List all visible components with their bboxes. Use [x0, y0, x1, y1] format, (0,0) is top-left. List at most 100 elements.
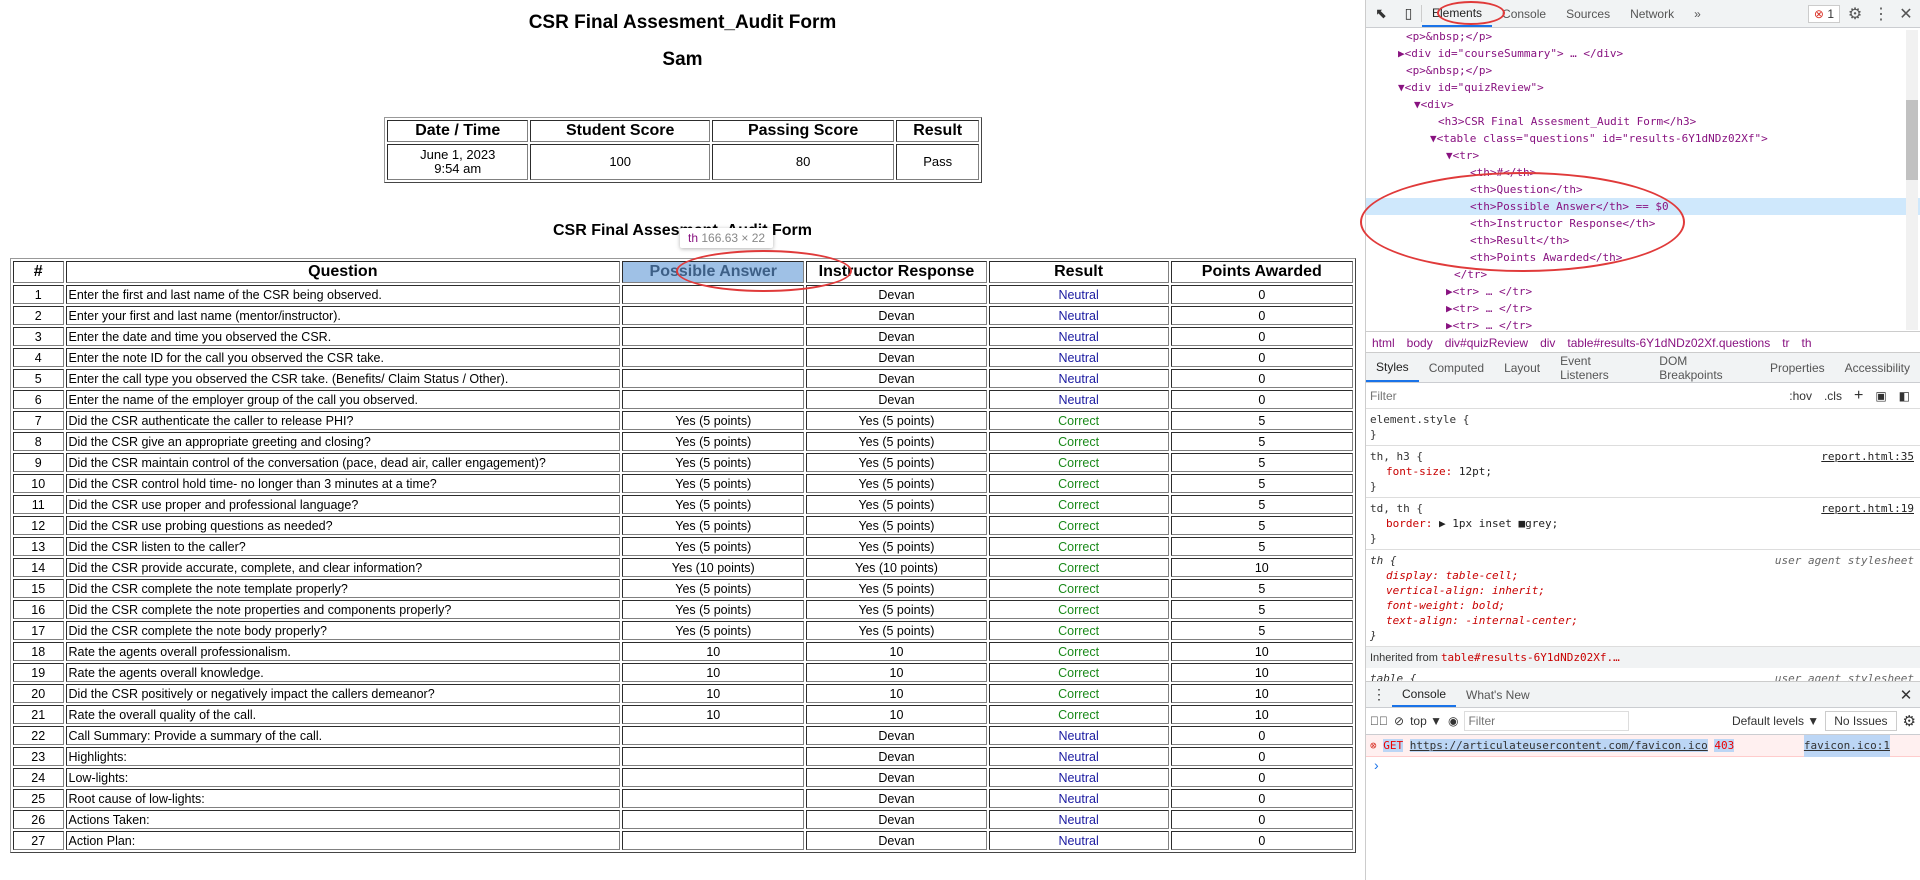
hover-state-button[interactable]: :hov — [1789, 389, 1812, 403]
breadcrumb-item[interactable]: th — [1802, 336, 1812, 350]
result: Correct — [988, 642, 1169, 661]
result: Correct — [988, 516, 1169, 535]
ua-property: vertical-align: inherit; — [1386, 584, 1545, 597]
inspect-icon[interactable]: ⬉ — [1366, 5, 1396, 22]
styles-tab[interactable]: Layout — [1494, 353, 1550, 382]
tab-sources[interactable]: Sources — [1556, 0, 1620, 27]
breadcrumb-item[interactable]: body — [1407, 336, 1433, 350]
points-awarded: 0 — [1170, 768, 1353, 787]
dom-node[interactable]: ▼<table class="questions" id="results-6Y… — [1366, 130, 1920, 147]
result: Neutral — [988, 327, 1169, 346]
rule-source-link[interactable]: report.html:19 — [1821, 501, 1914, 516]
breadcrumb-item[interactable]: tr — [1782, 336, 1789, 350]
instructor-response: Devan — [806, 348, 987, 367]
dom-node[interactable]: ▼<div id="quizReview"> — [1366, 79, 1920, 96]
table-row: 10 Did the CSR control hold time- no long… — [13, 474, 1353, 493]
tab-network[interactable]: Network — [1620, 0, 1684, 27]
question: Actions Taken: — [65, 810, 621, 829]
drawer-tab-whats-new[interactable]: What's New — [1456, 682, 1540, 707]
context-select[interactable]: top ▼ — [1410, 714, 1442, 728]
instructor-response: Devan — [806, 726, 987, 745]
settings-gear-icon[interactable]: ⚙ — [1840, 4, 1870, 24]
property-value[interactable]: 12pt; — [1459, 465, 1492, 478]
more-options-icon[interactable]: ⋮ — [1870, 4, 1892, 24]
date: June 1, 2023 — [420, 147, 496, 162]
possible-answer — [622, 348, 805, 367]
dom-node[interactable]: </tr> — [1366, 266, 1920, 283]
property-name[interactable]: font-size — [1386, 465, 1446, 478]
dom-node[interactable]: ▶<tr> … </tr> — [1366, 283, 1920, 300]
result: Neutral — [988, 369, 1169, 388]
row-number: 8 — [13, 432, 64, 451]
result: Neutral — [988, 810, 1169, 829]
property-value[interactable]: ▶ 1px inset ■grey; — [1439, 517, 1558, 530]
more-tabs-button[interactable]: » — [1684, 0, 1711, 27]
drawer-menu-icon[interactable]: ⋮ — [1366, 686, 1392, 703]
result: Correct — [988, 705, 1169, 724]
styles-filter-input[interactable] — [1370, 385, 1784, 406]
rule-selector: element.style { — [1370, 413, 1470, 426]
breadcrumb-item[interactable]: div — [1540, 336, 1555, 350]
result: Correct — [988, 684, 1169, 703]
breadcrumb-item[interactable]: table#results-6Y1dNDz02Xf.questions — [1567, 336, 1770, 350]
error-url-link[interactable]: https://articulateusercontent.com/favico… — [1409, 739, 1708, 752]
table-row: 7 Did the CSR authenticate the caller to … — [13, 411, 1353, 430]
points-awarded: 5 — [1170, 495, 1353, 514]
possible-answer: Yes (5 points) — [622, 432, 805, 451]
styles-tab[interactable]: Computed — [1419, 353, 1494, 382]
class-toggle-button[interactable]: .cls — [1824, 389, 1842, 403]
points-awarded: 0 — [1170, 747, 1353, 766]
clear-console-icon[interactable]: ⊘ — [1394, 714, 1404, 728]
table-row: 18 Rate the agents overall professionalis… — [13, 642, 1353, 661]
dom-node[interactable]: ▶<tr> … </tr> — [1366, 317, 1920, 331]
dom-node[interactable]: ▼<tr> — [1366, 147, 1920, 164]
styles-tab[interactable]: Accessibility — [1835, 353, 1920, 382]
table-row: 5 Enter the call type you observed the CS… — [13, 369, 1353, 388]
instructor-response: Devan — [806, 831, 987, 850]
points-awarded: 10 — [1170, 663, 1353, 682]
styles-tab[interactable]: DOM Breakpoints — [1649, 353, 1760, 382]
sidebar-toggle-icon[interactable]: ▸⃞ — [1370, 714, 1388, 728]
drawer-tab-console[interactable]: Console — [1392, 682, 1457, 707]
dom-node[interactable]: ▼<div> — [1366, 96, 1920, 113]
console-filter-input[interactable] — [1464, 711, 1630, 731]
inherited-from-link[interactable]: table#results-6Y1dNDz02Xf.… — [1441, 651, 1620, 664]
dom-node[interactable]: ▶<div id="courseSummary"> … </div> — [1366, 45, 1920, 62]
question: Root cause of low-lights: — [65, 789, 621, 808]
dom-node[interactable]: <p>&nbsp;</p> — [1366, 62, 1920, 79]
summary-header: Result — [896, 120, 979, 142]
instructor-response: Yes (10 points) — [806, 558, 987, 577]
device-toggle-icon[interactable]: ▯ — [1396, 5, 1422, 22]
styles-tab[interactable]: Styles — [1366, 353, 1419, 382]
live-expression-eye-icon[interactable]: ◉ — [1448, 714, 1458, 728]
property-name[interactable]: border — [1386, 517, 1426, 530]
result: Neutral — [988, 831, 1169, 850]
possible-answer — [622, 390, 805, 409]
table-row: 22 Call Summary: Provide a summary of the… — [13, 726, 1353, 745]
error-source-link[interactable]: favicon.ico:1 — [1803, 735, 1890, 757]
column-header: Points Awarded — [1170, 261, 1353, 283]
rule-source-link[interactable]: report.html:35 — [1821, 449, 1914, 464]
dom-node[interactable]: <p>&nbsp;</p> — [1366, 28, 1920, 45]
styles-tab[interactable]: Event Listeners — [1550, 353, 1649, 382]
instructor-response: Devan — [806, 306, 987, 325]
toggle-sidebar-icon[interactable]: ◧ — [1899, 389, 1910, 403]
close-icon[interactable]: ✕ — [1892, 4, 1920, 24]
breadcrumb-item[interactable]: div#quizReview — [1445, 336, 1528, 350]
row-number: 10 — [13, 474, 64, 493]
dom-node[interactable]: ▶<tr> … </tr> — [1366, 300, 1920, 317]
log-levels-select[interactable]: Default levels ▼ — [1732, 714, 1819, 728]
console-settings-icon[interactable]: ⚙ — [1903, 712, 1916, 730]
error-counter[interactable]: ⊗ 1 — [1807, 4, 1840, 23]
dom-scrollbar[interactable] — [1906, 30, 1918, 330]
console-prompt[interactable]: › — [1366, 757, 1920, 773]
possible-answer — [622, 369, 805, 388]
dom-node[interactable]: <h3>CSR Final Assesment_Audit Form</h3> — [1366, 113, 1920, 130]
styles-tab[interactable]: Properties — [1760, 353, 1835, 382]
result: Correct — [988, 474, 1169, 493]
breadcrumb-item[interactable]: html — [1372, 336, 1395, 350]
paint-icon[interactable]: ▣ — [1875, 389, 1886, 403]
new-rule-icon[interactable]: + — [1854, 387, 1863, 405]
issues-button[interactable]: No Issues — [1825, 711, 1897, 731]
drawer-close-icon[interactable]: ✕ — [1892, 686, 1920, 704]
